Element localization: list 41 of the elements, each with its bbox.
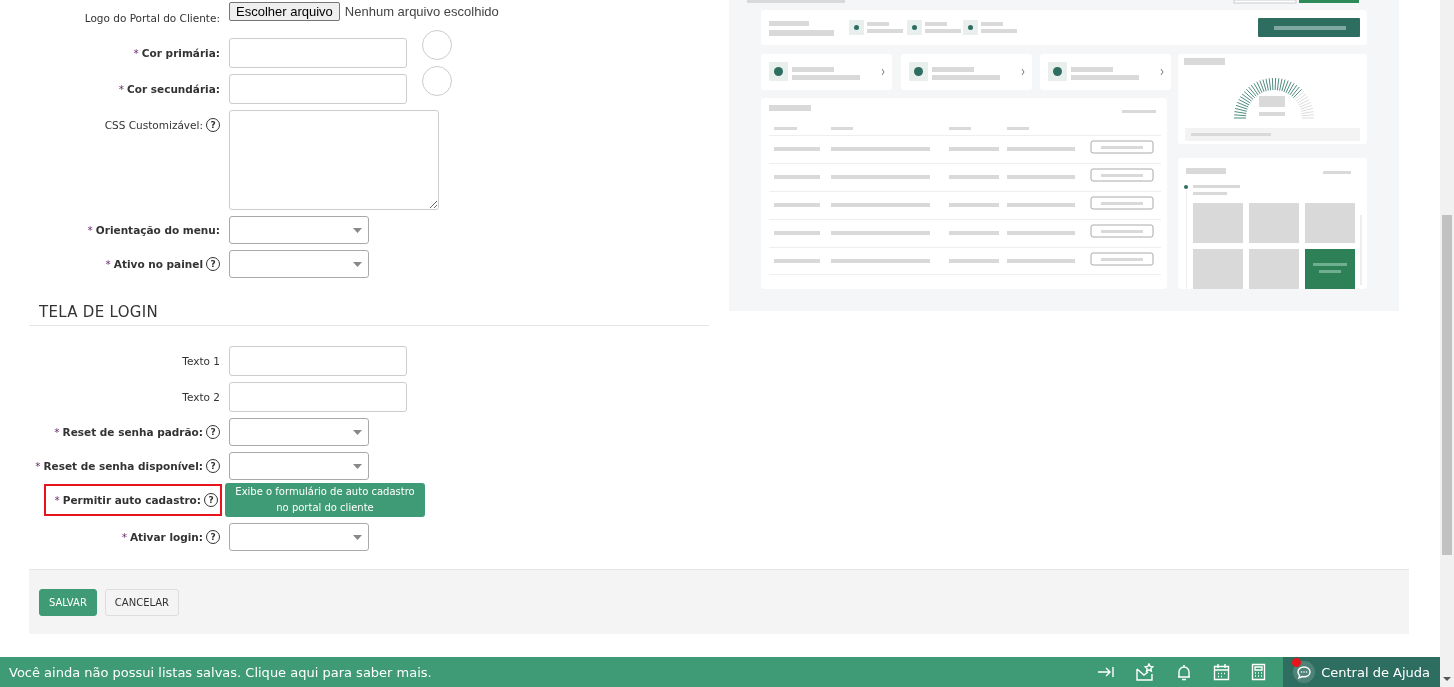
field-label: CSS Customizável: xyxy=(104,119,203,131)
dropdown-caret-icon xyxy=(353,534,362,540)
chat-bubble-icon xyxy=(1297,665,1312,679)
text-input-field[interactable] xyxy=(229,382,407,412)
css-textarea-field[interactable] xyxy=(229,110,439,210)
section-heading: TELA DE LOGIN xyxy=(29,303,709,326)
field-label: * Ativo no painel xyxy=(105,258,203,270)
color-input-field[interactable] xyxy=(229,74,407,104)
field-label: Texto 2 xyxy=(182,391,220,403)
field-label: Logo do Portal do Cliente: xyxy=(84,12,220,24)
cancel-button[interactable]: CANCELAR xyxy=(104,588,180,616)
help-center-button[interactable]: Central de Ajuda xyxy=(1283,657,1440,687)
text-input-field[interactable] xyxy=(229,346,407,376)
field-label: * Cor primária: xyxy=(133,47,220,59)
tooltip: Exibe o formulário de auto cadastro no portal do cliente xyxy=(225,483,425,517)
dropdown-caret-icon xyxy=(353,429,362,435)
dropdown-caret-icon xyxy=(353,227,362,233)
field-label: Texto 1 xyxy=(182,355,220,367)
select-field[interactable] xyxy=(229,216,369,244)
choose-file-button[interactable]: Escolher arquivo xyxy=(229,1,340,21)
select-field[interactable] xyxy=(229,418,369,446)
field-label: * Ativar login: xyxy=(121,531,203,543)
bell-icon[interactable] xyxy=(1176,663,1193,681)
dropdown-caret-icon xyxy=(353,261,362,267)
field-label: * Reset de senha padrão: xyxy=(54,426,203,438)
scroll-down-icon[interactable] xyxy=(1443,677,1451,681)
envelope-star-icon[interactable] xyxy=(1135,663,1156,681)
collapse-arrow-icon[interactable] xyxy=(1097,666,1115,678)
select-field[interactable] xyxy=(229,452,369,480)
calculator-icon[interactable] xyxy=(1251,663,1267,681)
field-label: * Cor secundária: xyxy=(118,83,220,95)
select-field[interactable] xyxy=(229,250,369,278)
color-input-field[interactable] xyxy=(229,38,407,68)
file-status-text: Nenhum arquivo escolhido xyxy=(344,3,499,19)
field-label: * Permitir auto cadastro: xyxy=(54,494,201,506)
dropdown-caret-icon xyxy=(353,463,362,469)
scrollbar-thumb[interactable] xyxy=(1442,215,1452,555)
field-label: * Orientação do menu: xyxy=(87,224,220,236)
field-label: * Reset de senha disponível: xyxy=(35,460,203,472)
calendar-icon[interactable] xyxy=(1213,663,1231,681)
select-field[interactable] xyxy=(229,523,369,551)
